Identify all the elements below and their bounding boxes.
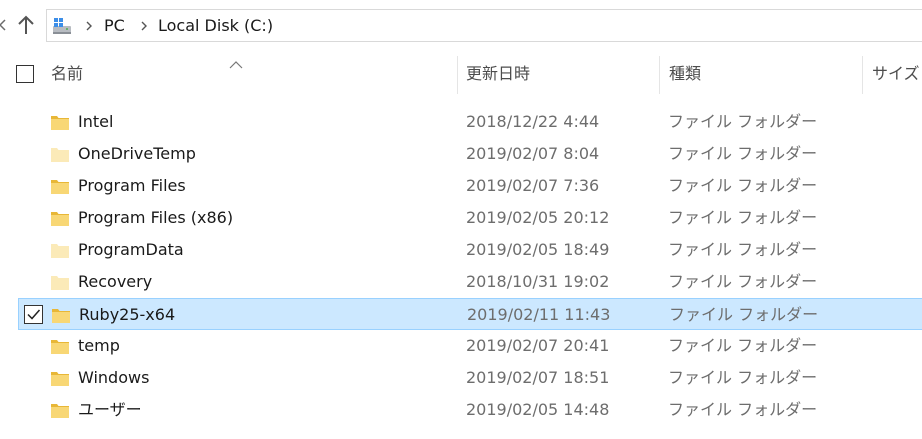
column-header: 名前 更新日時 種類 サイズ (0, 52, 922, 96)
file-type: ファイル フォルダー (668, 368, 818, 387)
file-type: ファイル フォルダー (668, 400, 818, 419)
folder-icon (50, 241, 70, 259)
file-row[interactable]: Program Files 2019/02/07 7:36 ファイル フォルダー (18, 170, 922, 202)
file-name: OneDriveTemp (78, 144, 196, 163)
breadcrumb-pc[interactable]: PC (104, 10, 125, 41)
file-name: Windows (78, 368, 150, 387)
file-date: 2019/02/07 8:04 (466, 144, 600, 163)
folder-icon (50, 177, 70, 195)
file-name: temp (78, 336, 120, 355)
folder-icon (50, 369, 70, 387)
file-date: 2019/02/05 18:49 (466, 240, 610, 259)
file-name: Program Files (78, 176, 186, 195)
file-date: 2019/02/05 14:48 (466, 400, 610, 419)
chevron-right-icon[interactable] (85, 10, 93, 41)
file-name: ユーザー (78, 400, 142, 419)
file-date: 2019/02/11 11:43 (467, 305, 611, 324)
file-date: 2018/10/31 19:02 (466, 272, 610, 291)
file-name: ProgramData (78, 240, 184, 259)
folder-icon (50, 209, 70, 227)
up-arrow-icon[interactable] (16, 14, 36, 36)
file-type: ファイル フォルダー (668, 112, 818, 131)
file-type: ファイル フォルダー (668, 336, 818, 355)
file-date: 2019/02/07 7:36 (466, 176, 600, 195)
file-date: 2018/12/22 4:44 (466, 112, 600, 131)
folder-icon (50, 113, 70, 131)
file-type: ファイル フォルダー (669, 305, 819, 324)
file-row[interactable]: ユーザー 2019/02/05 14:48 ファイル フォルダー (18, 394, 922, 426)
breadcrumb-local-disk[interactable]: Local Disk (C:) (158, 10, 273, 41)
address-bar-row: PC Local Disk (C:) (0, 0, 922, 52)
column-divider[interactable] (862, 56, 863, 94)
folder-icon (50, 337, 70, 355)
column-divider[interactable] (457, 56, 458, 94)
file-date: 2019/02/05 20:12 (466, 208, 610, 227)
folder-icon (50, 273, 70, 291)
file-date: 2019/02/07 18:51 (466, 368, 610, 387)
chevron-right-icon[interactable] (140, 10, 148, 41)
back-arrow-icon[interactable] (0, 18, 8, 32)
row-checkbox[interactable] (24, 305, 43, 324)
file-type: ファイル フォルダー (668, 144, 818, 163)
file-date: 2019/02/07 20:41 (466, 336, 610, 355)
file-row[interactable]: Ruby25-x64 2019/02/11 11:43 ファイル フォルダー (18, 298, 922, 330)
file-type: ファイル フォルダー (668, 272, 818, 291)
address-bar[interactable]: PC Local Disk (C:) (46, 9, 922, 42)
sort-ascending-icon (229, 54, 243, 69)
file-name: Intel (78, 112, 114, 131)
folder-icon (51, 306, 71, 324)
file-type: ファイル フォルダー (668, 240, 818, 259)
file-row[interactable]: Windows 2019/02/07 18:51 ファイル フォルダー (18, 362, 922, 394)
file-name: Program Files (x86) (78, 208, 234, 227)
folder-icon (50, 401, 70, 419)
file-type: ファイル フォルダー (668, 176, 818, 195)
column-header-name[interactable]: 名前 (51, 52, 83, 96)
file-row[interactable]: OneDriveTemp 2019/02/07 8:04 ファイル フォルダー (18, 138, 922, 170)
file-row[interactable]: Program Files (x86) 2019/02/05 20:12 ファイ… (18, 202, 922, 234)
pc-icon (51, 15, 73, 37)
file-type: ファイル フォルダー (668, 208, 818, 227)
column-header-date[interactable]: 更新日時 (466, 52, 530, 96)
column-header-size[interactable]: サイズ (872, 52, 920, 96)
column-divider[interactable] (659, 56, 660, 94)
column-header-type[interactable]: 種類 (669, 52, 701, 96)
file-row[interactable]: temp 2019/02/07 20:41 ファイル フォルダー (18, 330, 922, 362)
select-all-checkbox[interactable] (16, 65, 34, 83)
folder-icon (50, 145, 70, 163)
file-row[interactable]: Recovery 2018/10/31 19:02 ファイル フォルダー (18, 266, 922, 298)
file-name: Ruby25-x64 (79, 305, 176, 324)
file-name: Recovery (78, 272, 153, 291)
file-row[interactable]: ProgramData 2019/02/05 18:49 ファイル フォルダー (18, 234, 922, 266)
file-row[interactable]: Intel 2018/12/22 4:44 ファイル フォルダー (18, 106, 922, 138)
